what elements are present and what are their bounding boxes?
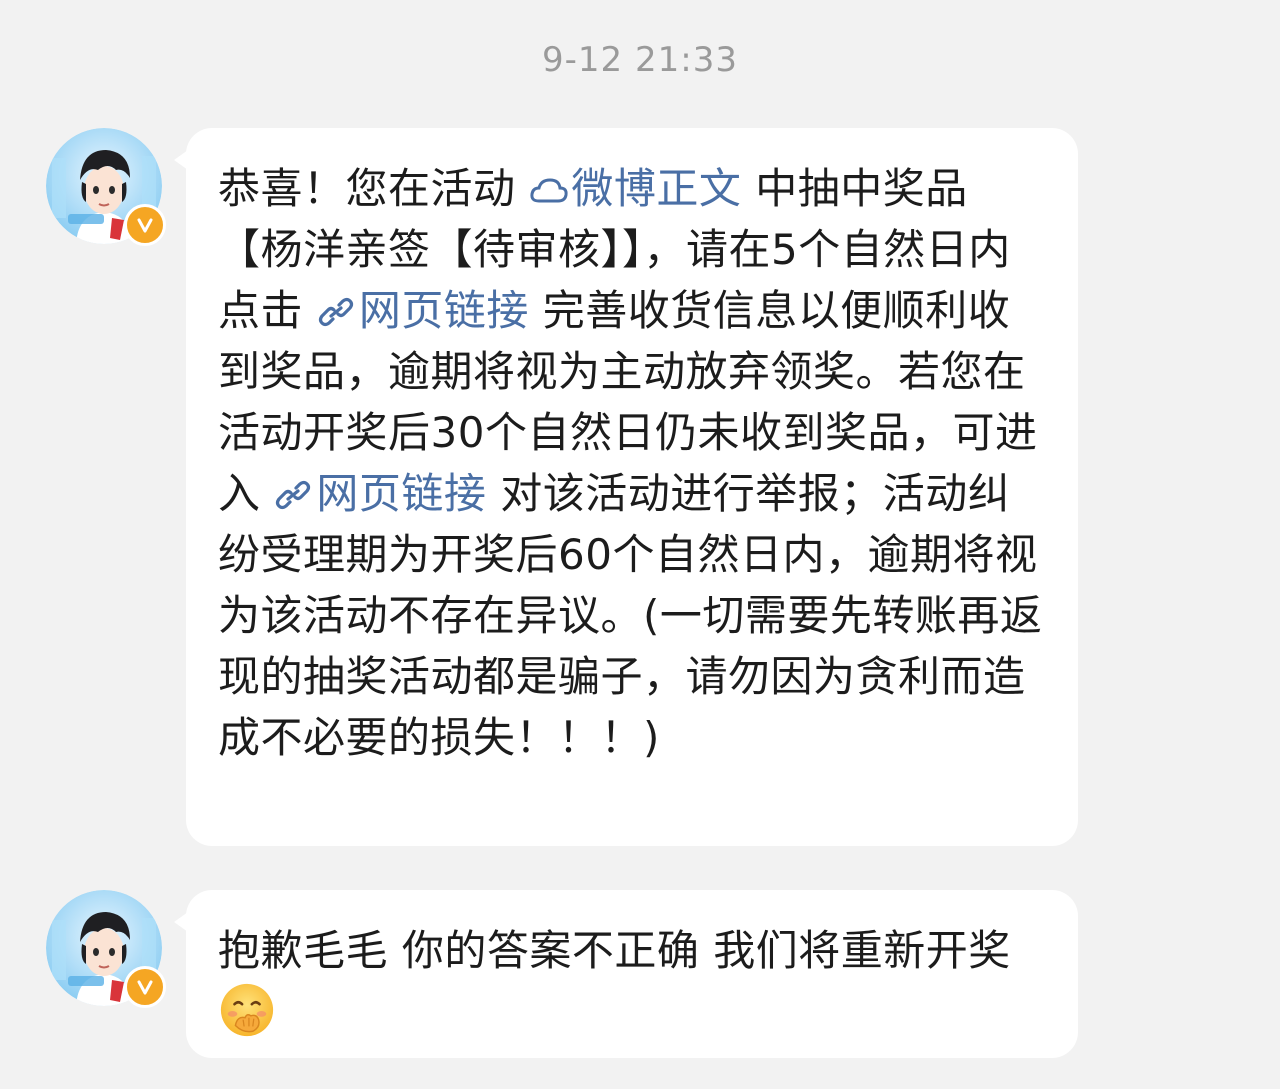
message-text: 抱歉毛毛 你的答案不正确 我们将重新开奖 (218, 920, 1048, 1043)
verified-badge-icon (124, 966, 166, 1008)
weibo-post-link[interactable]: 微博正文 (529, 164, 741, 213)
cloud-icon (530, 178, 568, 203)
message-timestamp: 9-12 21:33 (542, 40, 738, 80)
message-text-segment: 恭喜！您在活动 (218, 164, 530, 213)
message-bubble[interactable]: 抱歉毛毛 你的答案不正确 我们将重新开奖 (174, 890, 1078, 1058)
link-icon (318, 297, 353, 327)
hand-over-mouth-emoji-icon (220, 983, 274, 1037)
sender-avatar[interactable] (46, 890, 166, 1008)
weibo-post-link-label: 微博正文 (571, 164, 742, 213)
web-page-link-label: 网页链接 (316, 469, 487, 518)
message-text: 恭喜！您在活动 微博正文 中抽中奖品【杨洋亲签【待审核】】，请在5个自然日内点击… (218, 158, 1048, 768)
web-page-link[interactable]: 网页链接 (274, 469, 486, 518)
web-page-link[interactable]: 网页链接 (317, 286, 529, 335)
link-icon (276, 480, 311, 510)
web-page-link-label: 网页链接 (358, 286, 529, 335)
sender-avatar[interactable] (46, 128, 166, 246)
verified-badge-icon (124, 204, 166, 246)
message-bubble[interactable]: 恭喜！您在活动 微博正文 中抽中奖品【杨洋亲签【待审核】】，请在5个自然日内点击… (174, 128, 1078, 846)
message-text-content: 抱歉毛毛 你的答案不正确 我们将重新开奖 (218, 926, 1011, 975)
